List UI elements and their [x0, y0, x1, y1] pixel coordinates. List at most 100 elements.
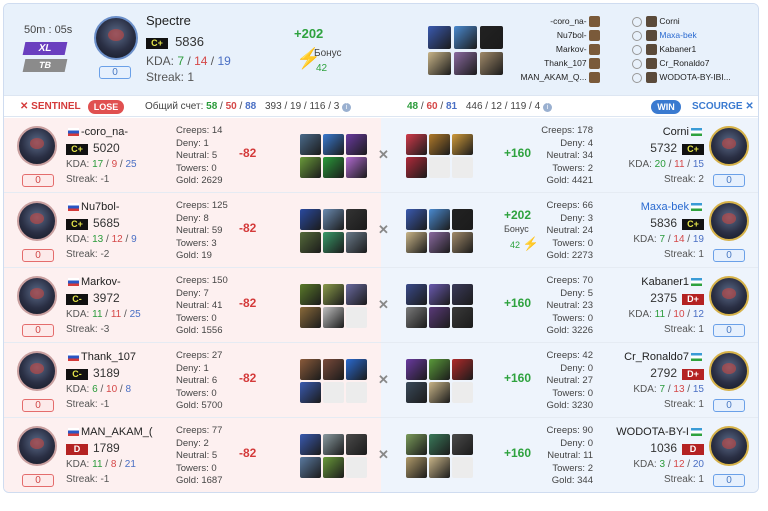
item-slot[interactable]	[480, 26, 503, 49]
player-name[interactable]: Maxa-bek	[641, 201, 704, 213]
header-player-left[interactable]: MAN_AKAM_Q...	[520, 72, 600, 84]
vote-count[interactable]: 0	[713, 474, 745, 487]
vote-count[interactable]: 0	[713, 174, 745, 187]
item-slot[interactable]	[323, 134, 344, 155]
item-slot[interactable]	[346, 134, 367, 155]
item-slot[interactable]	[452, 157, 473, 178]
item-slot[interactable]	[429, 359, 450, 380]
item-slot[interactable]	[452, 209, 473, 230]
featured-hero-portrait[interactable]	[94, 16, 138, 60]
item-slot[interactable]	[452, 382, 473, 403]
item-slot[interactable]	[406, 434, 427, 455]
hero-portrait[interactable]	[709, 426, 749, 466]
item-slot[interactable]	[429, 134, 450, 155]
hero-portrait[interactable]	[17, 351, 57, 391]
item-slot[interactable]	[406, 209, 427, 230]
item-slot[interactable]	[452, 359, 473, 380]
hero-portrait[interactable]	[17, 126, 57, 166]
item-slot[interactable]	[346, 232, 367, 253]
vote-count[interactable]: 0	[22, 324, 54, 337]
hero-portrait[interactable]	[17, 276, 57, 316]
item-slot[interactable]	[429, 157, 450, 178]
item-slot[interactable]	[323, 284, 344, 305]
header-player-left[interactable]: Nu7bol-	[557, 30, 600, 42]
item-slot[interactable]	[300, 382, 321, 403]
vote-count[interactable]: 0	[22, 174, 54, 187]
item-slot[interactable]	[346, 359, 367, 380]
item-slot[interactable]	[406, 359, 427, 380]
header-player-right[interactable]: Maxa-bek	[646, 30, 697, 42]
item-slot[interactable]	[429, 307, 450, 328]
player-name[interactable]: Kabaner1	[641, 276, 704, 288]
vote-count[interactable]: 0	[99, 66, 131, 79]
vote-count[interactable]: 0	[22, 399, 54, 412]
item-slot[interactable]	[406, 284, 427, 305]
item-slot[interactable]	[323, 307, 344, 328]
hero-portrait[interactable]	[17, 201, 57, 241]
player-name[interactable]: MAN_AKAM_(	[66, 426, 153, 438]
hero-portrait[interactable]	[709, 276, 749, 316]
player-name[interactable]: -coro_na-	[66, 126, 128, 138]
item-slot[interactable]	[452, 457, 473, 478]
player-name[interactable]: Thank_107	[66, 351, 136, 363]
item-slot[interactable]	[428, 26, 451, 49]
item-slot[interactable]	[452, 434, 473, 455]
item-slot[interactable]	[346, 457, 367, 478]
item-slot[interactable]	[429, 209, 450, 230]
header-player-right[interactable]: Corni	[646, 16, 680, 28]
item-slot[interactable]	[452, 284, 473, 305]
header-player-left[interactable]: -coro_na-	[550, 16, 600, 28]
item-slot[interactable]	[300, 307, 321, 328]
item-slot[interactable]	[300, 284, 321, 305]
info-icon[interactable]: i	[342, 103, 352, 112]
item-slot[interactable]	[323, 434, 344, 455]
hero-portrait[interactable]	[709, 201, 749, 241]
item-slot[interactable]	[452, 134, 473, 155]
vote-count[interactable]: 0	[22, 249, 54, 262]
item-slot[interactable]	[429, 232, 450, 253]
header-player-right[interactable]: Cr_Ronaldo7	[646, 58, 709, 70]
hero-portrait[interactable]	[17, 426, 57, 466]
item-slot[interactable]	[452, 232, 473, 253]
item-slot[interactable]	[406, 382, 427, 403]
header-player-left[interactable]: Thank_107	[544, 58, 600, 70]
item-slot[interactable]	[346, 209, 367, 230]
item-slot[interactable]	[323, 157, 344, 178]
item-slot[interactable]	[346, 284, 367, 305]
item-slot[interactable]	[406, 134, 427, 155]
item-slot[interactable]	[300, 457, 321, 478]
item-slot[interactable]	[454, 52, 477, 75]
player-name[interactable]: Markov-	[66, 276, 121, 288]
item-slot[interactable]	[428, 52, 451, 75]
item-slot[interactable]	[300, 209, 321, 230]
item-slot[interactable]	[429, 382, 450, 403]
item-slot[interactable]	[300, 134, 321, 155]
player-name[interactable]: Nu7bol-	[66, 201, 120, 213]
item-slot[interactable]	[323, 359, 344, 380]
item-slot[interactable]	[346, 382, 367, 403]
vote-count[interactable]: 0	[22, 474, 54, 487]
hero-portrait[interactable]	[709, 351, 749, 391]
item-slot[interactable]	[406, 457, 427, 478]
item-slot[interactable]	[429, 434, 450, 455]
vote-count[interactable]: 0	[713, 249, 745, 262]
header-player-right[interactable]: WODOTA-BY-IBI...	[646, 72, 731, 84]
item-slot[interactable]	[300, 157, 321, 178]
item-slot[interactable]	[323, 232, 344, 253]
item-slot[interactable]	[480, 52, 503, 75]
vote-count[interactable]: 0	[713, 324, 745, 337]
item-slot[interactable]	[346, 157, 367, 178]
item-slot[interactable]	[406, 232, 427, 253]
hero-portrait[interactable]	[709, 126, 749, 166]
item-slot[interactable]	[323, 457, 344, 478]
item-slot[interactable]	[406, 307, 427, 328]
item-slot[interactable]	[406, 157, 427, 178]
item-slot[interactable]	[452, 307, 473, 328]
header-player-left[interactable]: Markov-	[556, 44, 600, 56]
item-slot[interactable]	[346, 434, 367, 455]
item-slot[interactable]	[323, 382, 344, 403]
item-slot[interactable]	[429, 457, 450, 478]
item-slot[interactable]	[300, 232, 321, 253]
item-slot[interactable]	[323, 209, 344, 230]
info-icon[interactable]: i	[542, 103, 552, 112]
